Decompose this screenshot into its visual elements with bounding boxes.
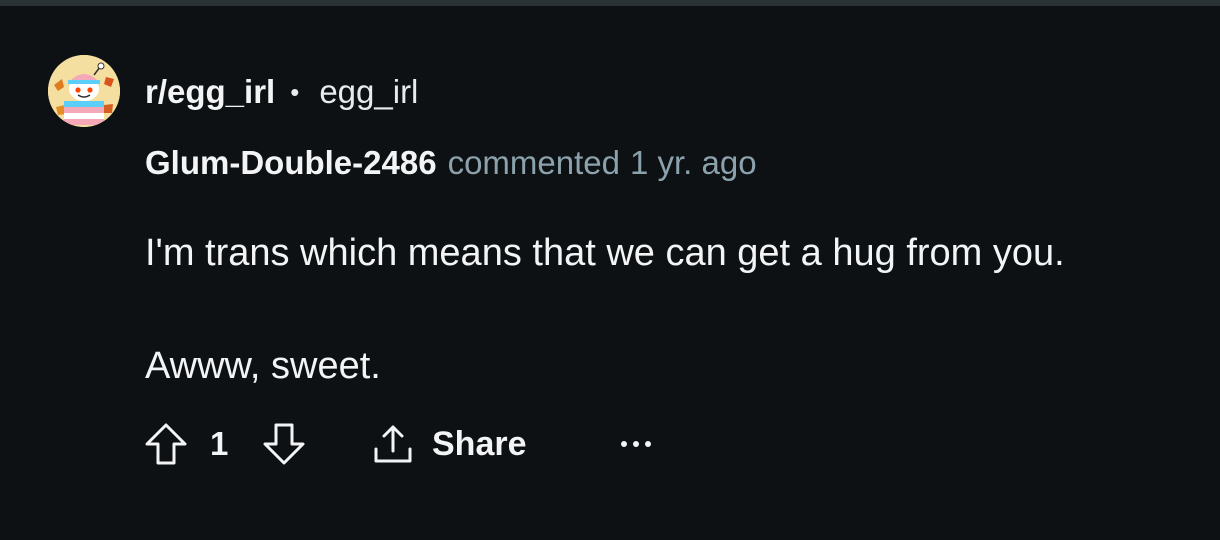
timestamp: 1 yr. ago (629, 144, 757, 181)
dot-separator: • (290, 76, 300, 107)
share-label: Share (432, 424, 527, 463)
top-divider (0, 0, 1220, 6)
downvote-arrow-icon (263, 423, 305, 465)
upvote-arrow-icon (145, 423, 187, 465)
community-name[interactable]: egg_irl (319, 73, 418, 111)
ellipsis-icon (621, 441, 651, 447)
share-button[interactable]: Share (370, 418, 527, 470)
community-row: r/egg_irl • egg_irl (145, 70, 418, 114)
upvote-button[interactable] (140, 418, 192, 470)
comment-actions: 1 Share (140, 418, 680, 470)
share-icon (374, 425, 412, 463)
more-options-button[interactable] (610, 418, 662, 470)
vote-score: 1 (210, 425, 229, 462)
author-name[interactable]: Glum-Double-2486 (145, 144, 437, 182)
comment-body-line: I'm trans which means that we can get a … (145, 232, 1065, 274)
snoo-avatar-icon (48, 55, 120, 127)
action-text: commented (447, 144, 620, 181)
comment-meta: Glum-Double-2486 commented 1 yr. ago (145, 141, 757, 185)
comment-body-line: Awww, sweet. (145, 345, 381, 387)
community-avatar[interactable] (48, 55, 120, 127)
downvote-button[interactable] (258, 418, 310, 470)
community-link[interactable]: r/egg_irl (145, 73, 275, 111)
